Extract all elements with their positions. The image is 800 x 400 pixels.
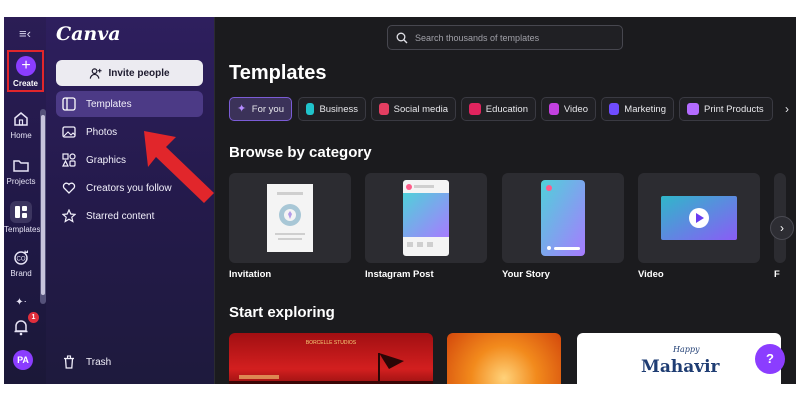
chip-education[interactable]: Education (461, 97, 536, 121)
star-icon (62, 209, 76, 223)
explore-section-title: Start exploring (229, 304, 335, 321)
story-thumbnail (541, 180, 585, 256)
nav-label-starred: Starred content (86, 210, 155, 222)
collapse-sidebar-icon[interactable]: ≡‹ (16, 27, 34, 41)
chip-marketing[interactable]: Marketing (601, 97, 674, 121)
folder-icon (13, 160, 29, 172)
chip-label: For you (251, 103, 284, 115)
templates-icon (62, 97, 76, 111)
category-label: Instagram Post (365, 269, 434, 280)
explore-card-small-text: Happy (673, 345, 700, 354)
explore-card-2[interactable] (447, 333, 561, 384)
chip-video[interactable]: Video (541, 97, 596, 121)
rail-label-brand: Brand (10, 269, 32, 278)
shapes-icon (62, 153, 76, 167)
explore-card-1[interactable]: BORCELLE STUDIOS (229, 333, 433, 384)
rail-item-templates[interactable]: Templates (4, 201, 41, 234)
create-label: Create (13, 79, 38, 88)
chip-label: Social media (393, 103, 448, 115)
help-button[interactable]: ? (755, 344, 785, 374)
explore-card-title: Mahavir (641, 357, 720, 377)
browse-section-title: Browse by category (229, 144, 372, 161)
festival-illustration (229, 353, 433, 384)
red-arrow-annotation (144, 131, 214, 203)
explore-card-3[interactable]: Happy Mahavir (577, 333, 781, 384)
chip-label: Video (563, 103, 588, 115)
chip-social-media[interactable]: Social media (371, 97, 456, 121)
invite-people-label: Invite people (108, 67, 170, 79)
category-card-invitation[interactable] (229, 173, 351, 263)
main-content: Search thousands of templates Templates … (214, 17, 796, 384)
category-card-instagram-post[interactable] (365, 173, 487, 263)
chip-label: Print Products (704, 103, 764, 115)
brand-icon: CO (14, 250, 28, 265)
chip-business[interactable]: Business (298, 97, 366, 121)
heart-icon (62, 182, 76, 194)
invite-people-button[interactable]: Invite people (56, 60, 203, 86)
svg-text:CO: CO (17, 257, 26, 263)
chevron-right-icon[interactable]: › (770, 216, 794, 240)
rail-label-home: Home (10, 131, 32, 140)
app-window: ≡‹ + Create Home Projects Templates CO B… (4, 17, 796, 384)
search-placeholder: Search thousands of templates (415, 32, 540, 43)
category-label: F (774, 269, 780, 280)
invitation-thumbnail (267, 184, 313, 252)
nav-label-templates: Templates (86, 98, 132, 110)
nav-item-templates[interactable]: Templates (56, 91, 203, 117)
chip-label: Marketing (624, 103, 666, 115)
video-icon (549, 103, 559, 115)
instagram-post-thumbnail (403, 180, 449, 256)
image-icon (62, 126, 76, 138)
rail-item-home[interactable]: Home (4, 109, 38, 140)
search-input[interactable]: Search thousands of templates (387, 25, 623, 50)
megaphone-icon (609, 103, 620, 115)
rail-item-projects[interactable]: Projects (4, 155, 38, 186)
nav-label-photos: Photos (86, 126, 118, 138)
add-person-icon (90, 67, 102, 79)
video-thumbnail (661, 196, 737, 240)
chip-label: Business (319, 103, 358, 115)
rail-label-projects: Projects (6, 177, 36, 186)
rail-item-brand[interactable]: CO Brand (4, 247, 38, 278)
notification-badge: 1 (28, 312, 39, 323)
primary-rail: ≡‹ + Create Home Projects Templates CO B… (4, 17, 46, 384)
heart-icon (379, 103, 389, 115)
trash-icon (64, 355, 74, 369)
category-label: Invitation (229, 269, 272, 280)
building-icon (306, 103, 315, 115)
create-button[interactable]: + Create (7, 50, 44, 92)
graduation-cap-icon (469, 103, 481, 115)
home-icon (14, 112, 28, 126)
rail-scroll-thumb[interactable] (41, 115, 45, 295)
avatar[interactable]: PA (13, 350, 33, 370)
sparkle-icon: ✦ (237, 103, 247, 115)
chip-label: Education (485, 103, 528, 115)
chevron-right-icon[interactable]: › (777, 97, 796, 121)
category-card-video[interactable] (638, 173, 760, 263)
chip-for-you[interactable]: ✦ For you (229, 97, 292, 121)
category-chips: ✦ For you Business Social media Educatio… (229, 97, 796, 121)
sparkles-icon: ✦⋅ (15, 297, 27, 308)
nav-label-trash: Trash (86, 356, 112, 368)
printer-icon (687, 103, 699, 115)
rail-item-magic[interactable]: ✦⋅ (4, 292, 38, 310)
category-label: Video (638, 269, 664, 280)
page-title: Templates (229, 62, 327, 84)
plus-icon: + (16, 56, 36, 76)
search-icon (396, 32, 408, 43)
category-label: Your Story (502, 269, 550, 280)
chip-print-products[interactable]: Print Products (679, 97, 773, 121)
nav-item-trash[interactable]: Trash (56, 349, 203, 375)
nav-label-graphics: Graphics (86, 154, 127, 166)
category-card-your-story[interactable] (502, 173, 624, 263)
canva-logo[interactable]: Canva (56, 23, 121, 45)
templates-icon (10, 201, 32, 223)
rail-label-templates: Templates (4, 225, 41, 234)
